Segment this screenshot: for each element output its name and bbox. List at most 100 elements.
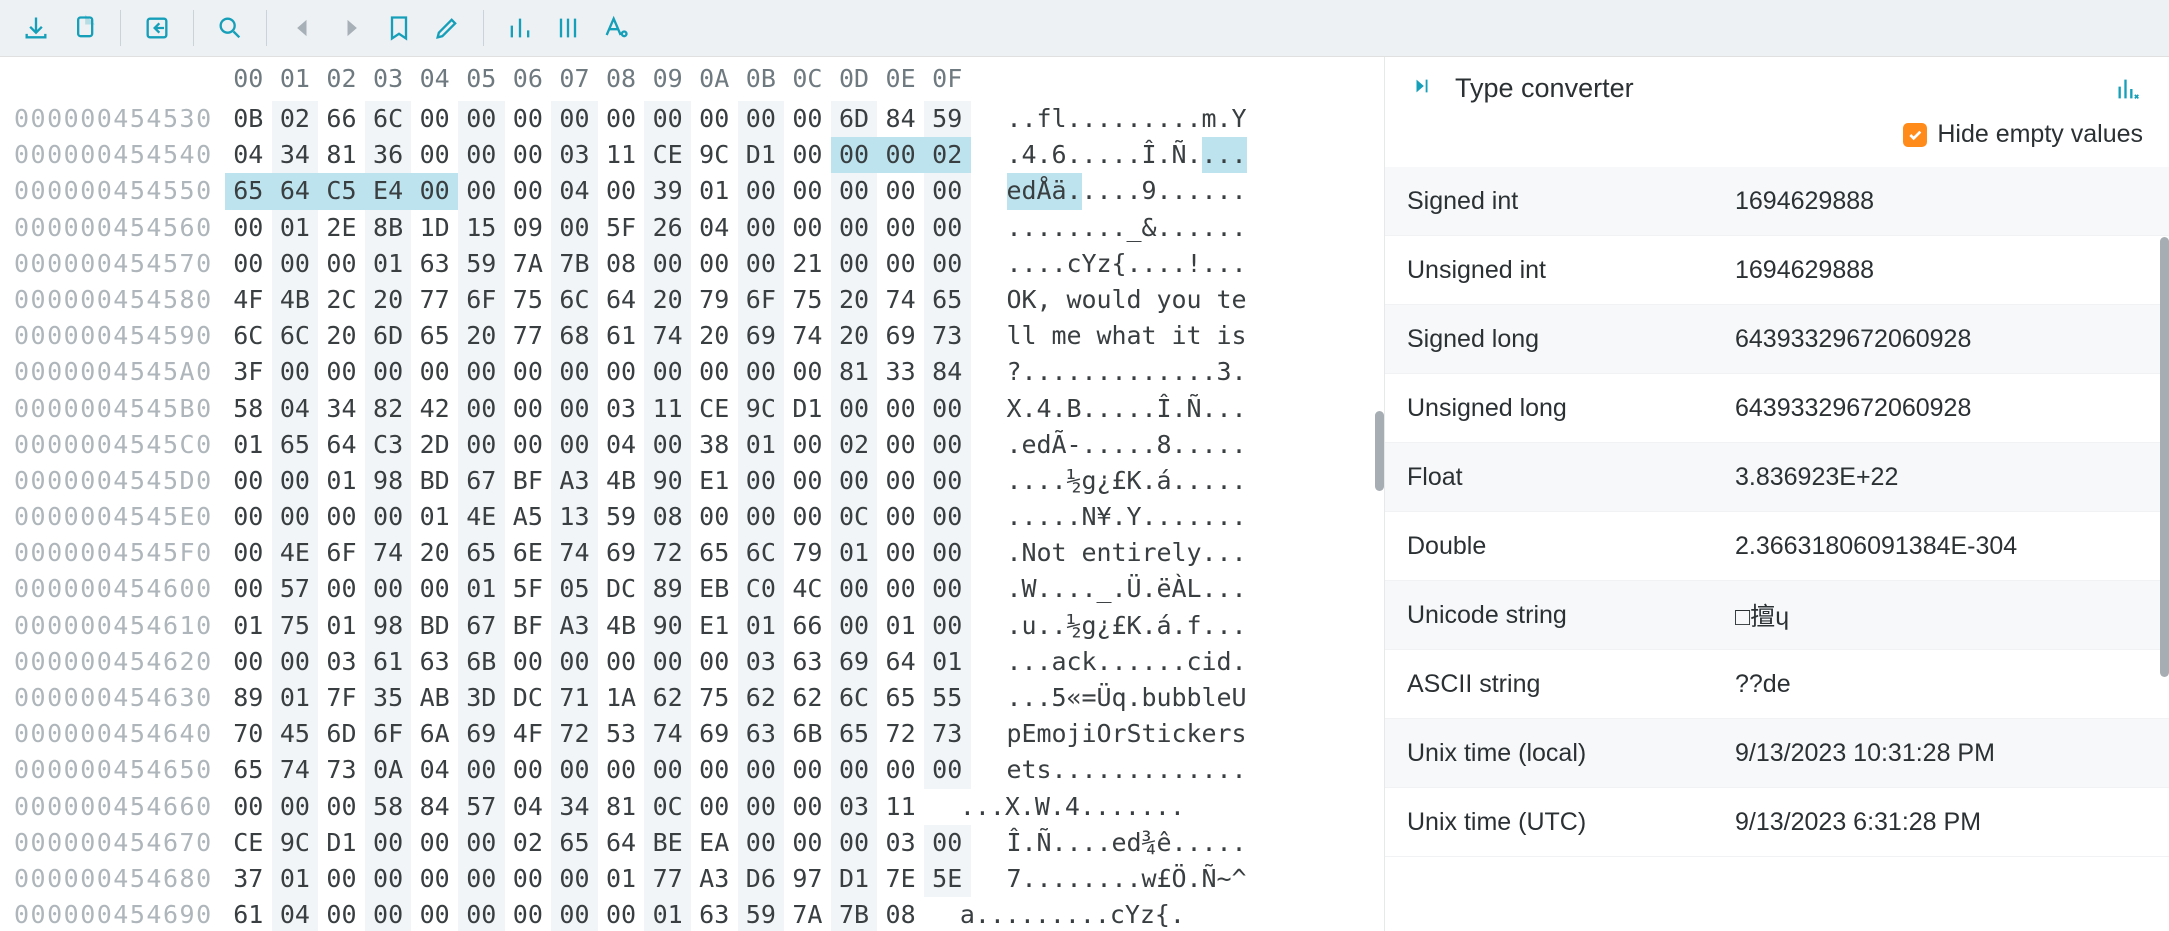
ascii-char[interactable]: . <box>1112 499 1127 535</box>
ascii-char[interactable]: u <box>1022 608 1037 644</box>
ascii-col[interactable]: ........_&...... <box>971 210 1247 246</box>
ascii-char[interactable]: _ <box>1127 210 1142 246</box>
byte-cell[interactable]: 00 <box>411 571 458 607</box>
ascii-char[interactable]: = <box>1082 680 1097 716</box>
byte-cell[interactable]: 65 <box>831 716 878 752</box>
ascii-char[interactable]: . <box>1067 825 1082 861</box>
ascii-char[interactable]: . <box>1142 427 1157 463</box>
byte-cell[interactable]: 00 <box>318 499 365 535</box>
hex-row[interactable]: 0000004545700000000163597A7B080000002100… <box>0 246 1384 282</box>
byte-cell[interactable]: 00 <box>458 137 505 173</box>
byte-cell[interactable]: 7F <box>318 680 365 716</box>
byte-cell[interactable]: 64 <box>598 282 645 318</box>
byte-cell[interactable]: 63 <box>784 644 831 680</box>
ascii-char[interactable]: . <box>1007 644 1022 680</box>
ascii-char[interactable]: { <box>1155 897 1170 931</box>
ascii-char[interactable]: e <box>1067 318 1082 354</box>
byte-cell[interactable]: 00 <box>505 391 552 427</box>
byte-cell[interactable]: 7B <box>551 246 598 282</box>
byte-cell[interactable]: 00 <box>318 897 365 931</box>
byte-cell[interactable]: 64 <box>598 825 645 861</box>
ascii-char[interactable]: Ü <box>1127 571 1142 607</box>
ascii-char[interactable]: . <box>975 789 990 825</box>
ascii-char[interactable]: . <box>1217 499 1232 535</box>
byte-cell[interactable]: 0C <box>644 789 691 825</box>
ascii-char[interactable]: . <box>1232 354 1247 390</box>
next-button[interactable] <box>329 6 373 50</box>
byte-cell[interactable]: 38 <box>691 427 738 463</box>
byte-cell[interactable]: 74 <box>272 752 319 788</box>
byte-cell[interactable]: 01 <box>272 210 319 246</box>
ascii-char[interactable]: . <box>1097 391 1112 427</box>
byte-cell[interactable]: 00 <box>691 101 738 137</box>
ascii-char[interactable]: . <box>1022 391 1037 427</box>
ascii-char[interactable]: . <box>1037 210 1052 246</box>
ascii-char[interactable]: . <box>1082 391 1097 427</box>
ascii-char[interactable] <box>1202 282 1217 318</box>
type-row[interactable]: Float3.836923E+22 <box>1385 443 2169 512</box>
ascii-char[interactable]: e <box>1202 716 1217 752</box>
ascii-char[interactable]: h <box>1112 318 1127 354</box>
ascii-char[interactable]: . <box>1052 608 1067 644</box>
byte-cell[interactable]: 00 <box>831 825 878 861</box>
byte-cell[interactable]: 20 <box>644 282 691 318</box>
byte-cell[interactable]: 00 <box>411 897 458 931</box>
ascii-char[interactable]: . <box>1217 463 1232 499</box>
ascii-char[interactable]: Î <box>1142 137 1157 173</box>
ascii-char[interactable]: . <box>1037 571 1052 607</box>
byte-cell[interactable]: 64 <box>318 427 365 463</box>
ascii-char[interactable]: . <box>1127 644 1142 680</box>
byte-cell[interactable]: 7E <box>877 861 924 897</box>
byte-cell[interactable]: 9C <box>272 825 319 861</box>
ascii-char[interactable]: . <box>1142 499 1157 535</box>
ascii-char[interactable]: . <box>1007 608 1022 644</box>
byte-cell[interactable]: 00 <box>505 752 552 788</box>
byte-cell[interactable]: 39 <box>644 173 691 209</box>
byte-cell[interactable]: 59 <box>458 246 505 282</box>
ascii-char[interactable]: . <box>1037 137 1052 173</box>
byte-cell[interactable]: 00 <box>738 825 785 861</box>
byte-cell[interactable]: 03 <box>551 137 598 173</box>
ascii-char[interactable]: . <box>1172 825 1187 861</box>
ascii-char[interactable]: á <box>1157 608 1172 644</box>
ascii-char[interactable]: ¥ <box>1097 499 1112 535</box>
byte-cell[interactable]: 74 <box>365 535 412 571</box>
byte-cell[interactable]: 04 <box>272 391 319 427</box>
ascii-char[interactable]: . <box>1097 101 1112 137</box>
ascii-char[interactable]: . <box>1232 644 1247 680</box>
ascii-char[interactable]: . <box>1232 137 1247 173</box>
byte-cell[interactable]: 89 <box>225 680 272 716</box>
ascii-char[interactable]: p <box>1007 716 1022 752</box>
hex-scrollbar[interactable] <box>1375 101 1384 901</box>
byte-cell[interactable]: 20 <box>365 282 412 318</box>
ascii-char[interactable]: . <box>1127 137 1142 173</box>
byte-cell[interactable]: 72 <box>877 716 924 752</box>
ascii-col[interactable]: 7........w£Ö.Ñ~^ <box>971 861 1247 897</box>
hide-empty-checkbox[interactable] <box>1903 123 1927 147</box>
ascii-char[interactable] <box>1142 282 1157 318</box>
byte-cell[interactable]: 01 <box>924 644 971 680</box>
byte-cell[interactable]: 75 <box>784 282 831 318</box>
ascii-char[interactable]: . <box>1142 571 1157 607</box>
ascii-char[interactable]: e <box>1082 535 1097 571</box>
ascii-char[interactable]: . <box>1202 427 1217 463</box>
ascii-char[interactable]: . <box>1127 391 1142 427</box>
hex-row[interactable]: 0000004545906C6C206D65207768617420697420… <box>0 318 1384 354</box>
ascii-char[interactable]: d <box>1022 173 1037 209</box>
hex-row[interactable]: 0000004546000057000000015F05DC89EBC04C00… <box>0 571 1384 607</box>
byte-cell[interactable]: 0B <box>225 101 272 137</box>
ascii-char[interactable]: . <box>1157 752 1172 788</box>
ascii-char[interactable]: W <box>1035 789 1050 825</box>
byte-cell[interactable]: 6D <box>365 318 412 354</box>
byte-cell[interactable]: C0 <box>738 571 785 607</box>
byte-cell[interactable]: BE <box>644 825 691 861</box>
ascii-char[interactable]: f <box>1037 101 1052 137</box>
byte-cell[interactable]: 73 <box>924 716 971 752</box>
ascii-char[interactable]: . <box>1142 246 1157 282</box>
hex-scroll-thumb[interactable] <box>1375 411 1384 491</box>
ascii-char[interactable]: Ñ <box>1187 391 1202 427</box>
ascii-char[interactable]: . <box>1232 752 1247 788</box>
byte-cell[interactable]: 66 <box>318 101 365 137</box>
byte-cell[interactable]: BF <box>505 463 552 499</box>
byte-cell[interactable]: 00 <box>784 210 831 246</box>
